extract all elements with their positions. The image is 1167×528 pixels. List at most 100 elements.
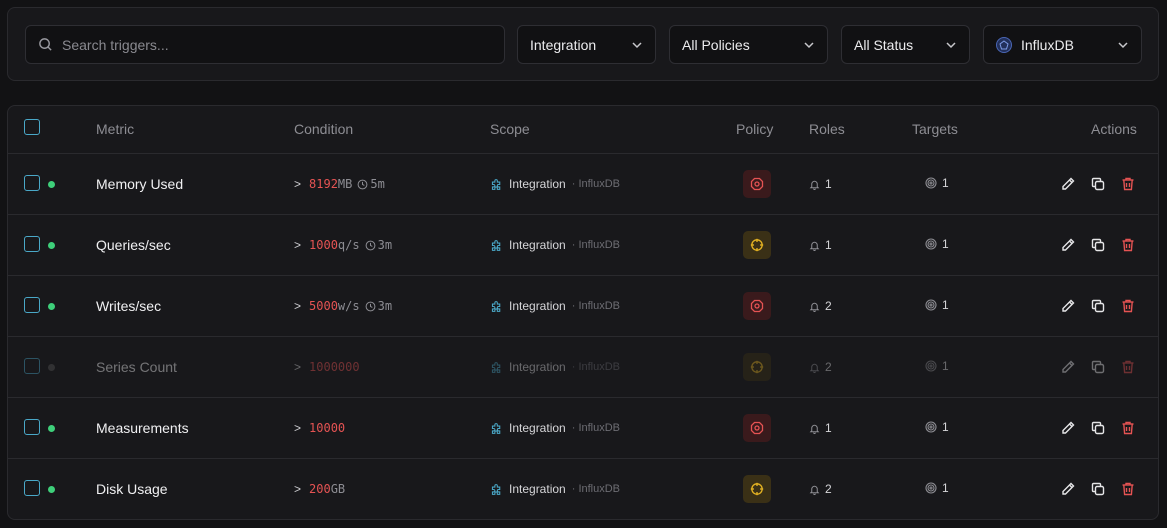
roles-count: 1	[809, 177, 832, 191]
table-row[interactable]: Writes/sec >5000 w/s 3m Integration · InfluxD…	[8, 276, 1158, 337]
edit-button[interactable]	[1059, 175, 1077, 193]
delete-button[interactable]	[1119, 358, 1137, 376]
pencil-icon	[1062, 421, 1075, 434]
search-icon	[39, 38, 52, 51]
duration-value: 5m	[370, 177, 385, 191]
condition-operator: >	[294, 238, 302, 252]
scope-source: · InfluxDB	[571, 422, 621, 434]
condition-duration: 3m	[365, 299, 392, 313]
scope: Integration · InfluxDB	[490, 360, 620, 374]
trash-icon	[1122, 299, 1134, 313]
warning-policy-icon	[750, 482, 764, 496]
integration-select[interactable]: Integration	[517, 25, 656, 64]
target-icon	[925, 177, 937, 189]
metric-name: Queries/sec	[96, 237, 171, 253]
pencil-icon	[1062, 238, 1075, 251]
targets-value: 1	[942, 359, 949, 373]
scope: Integration · InfluxDB	[490, 238, 620, 252]
duplicate-button[interactable]	[1089, 175, 1107, 193]
status-select[interactable]: All Status	[841, 25, 970, 64]
row-checkbox[interactable]	[24, 358, 40, 374]
puzzle-icon	[491, 483, 501, 495]
condition-value: 1000000	[309, 360, 360, 374]
table-row[interactable]: Series Count >1000000 Integration · InfluxD…	[8, 337, 1158, 398]
row-checkbox[interactable]	[24, 419, 40, 435]
condition-value: 10000	[309, 421, 346, 435]
targets-count: 1	[925, 298, 949, 312]
search-input[interactable]	[62, 36, 462, 53]
critical-policy-icon	[750, 421, 764, 435]
target-icon	[925, 238, 937, 250]
policy-select[interactable]: All Policies	[669, 25, 828, 64]
triggers-table: Metric Condition Scope Policy Roles Targ…	[7, 105, 1159, 520]
delete-button[interactable]	[1119, 175, 1137, 193]
condition-operator: >	[294, 299, 302, 313]
roles-value: 2	[825, 360, 832, 374]
row-checkbox[interactable]	[24, 175, 40, 191]
chevron-down-icon	[946, 42, 956, 49]
target-icon	[925, 482, 937, 494]
puzzle-icon	[491, 239, 501, 251]
scope: Integration · InfluxDB	[490, 482, 620, 496]
header-targets: Targets	[912, 121, 958, 137]
targets-count: 1	[925, 176, 949, 190]
status-dot	[48, 303, 55, 310]
delete-button[interactable]	[1119, 480, 1137, 498]
delete-button[interactable]	[1119, 419, 1137, 437]
condition-value: 5000	[309, 299, 338, 313]
edit-button[interactable]	[1059, 480, 1077, 498]
chevron-down-icon	[804, 42, 814, 49]
copy-icon	[1091, 360, 1105, 374]
duplicate-button[interactable]	[1089, 480, 1107, 498]
table-row[interactable]: Measurements >10000 Integration · InfluxDB 1…	[8, 398, 1158, 459]
delete-button[interactable]	[1119, 297, 1137, 315]
scope-name: Integration	[509, 238, 566, 252]
table-header: Metric Condition Scope Policy Roles Targ…	[8, 106, 1158, 154]
duplicate-button[interactable]	[1089, 358, 1107, 376]
condition-value: 1000	[309, 238, 338, 252]
edit-button[interactable]	[1059, 297, 1077, 315]
policy-badge	[743, 414, 771, 442]
edit-button[interactable]	[1059, 419, 1077, 437]
critical-policy-icon	[750, 299, 764, 313]
row-checkbox[interactable]	[24, 297, 40, 313]
condition: >1000 q/s 3m	[294, 238, 392, 252]
roles-count: 2	[809, 482, 832, 496]
row-checkbox[interactable]	[24, 236, 40, 252]
row-checkbox[interactable]	[24, 480, 40, 496]
duplicate-button[interactable]	[1089, 419, 1107, 437]
table-row[interactable]: Disk Usage >200 GB Integration · InfluxDB 2 1	[8, 459, 1158, 519]
duplicate-button[interactable]	[1089, 236, 1107, 254]
table-row[interactable]: Memory Used >8192 MB 5m Integration · InfluxD…	[8, 154, 1158, 215]
edit-button[interactable]	[1059, 236, 1077, 254]
select-all-checkbox[interactable]	[24, 119, 40, 135]
roles-value: 1	[825, 421, 832, 435]
metric-name: Measurements	[96, 420, 189, 436]
pencil-icon	[1062, 360, 1075, 373]
scope-source: · InfluxDB	[571, 239, 621, 251]
condition-value: 200	[309, 482, 331, 496]
integration-select-value: Integration	[530, 36, 597, 53]
condition: >8192 MB 5m	[294, 177, 385, 191]
condition-unit: q/s	[337, 238, 360, 252]
search-box[interactable]	[25, 25, 505, 64]
chevron-down-icon	[1118, 42, 1128, 49]
scope-name: Integration	[509, 482, 566, 496]
delete-button[interactable]	[1119, 236, 1137, 254]
header-actions: Actions	[1091, 121, 1137, 137]
scope-source: · InfluxDB	[571, 483, 621, 495]
condition-operator: >	[294, 482, 302, 496]
duplicate-button[interactable]	[1089, 297, 1107, 315]
puzzle-icon	[491, 361, 501, 373]
datasource-select[interactable]: InfluxDB	[983, 25, 1142, 64]
metric-name: Writes/sec	[96, 298, 162, 314]
scope-source: · InfluxDB	[571, 300, 621, 312]
edit-button[interactable]	[1059, 358, 1077, 376]
header-policy: Policy	[736, 121, 774, 137]
table-row[interactable]: Queries/sec >1000 q/s 3m Integration · Influx…	[8, 215, 1158, 276]
policy-select-value: All Policies	[682, 36, 750, 53]
roles-count: 2	[809, 299, 832, 313]
target-icon	[925, 360, 937, 372]
roles-value: 1	[825, 238, 832, 252]
duration-value: 3m	[377, 299, 393, 313]
